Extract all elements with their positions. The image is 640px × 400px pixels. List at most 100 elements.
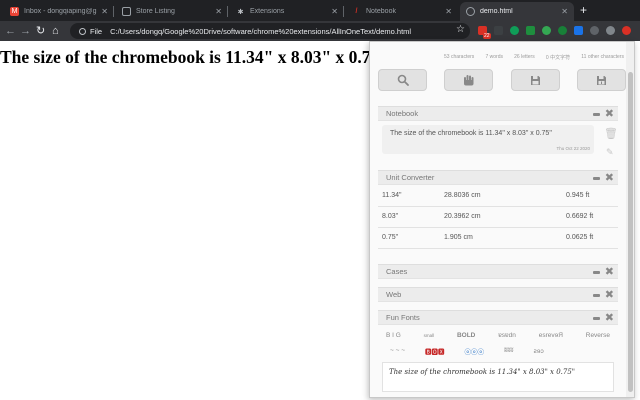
extension-icon[interactable] (494, 26, 503, 35)
page-heading: The size of the chromebook is 11.34" x 8… (0, 47, 394, 67)
search-icon (397, 74, 409, 86)
close-icon[interactable]: ✕ (101, 7, 108, 16)
table-row: 8.03" 20.3962 cm 0.6692 ft (378, 206, 618, 228)
clear-button[interactable] (444, 69, 494, 91)
scroll-thumb[interactable] (628, 72, 633, 392)
minimize-icon[interactable] (593, 317, 600, 320)
home-icon[interactable]: ⌂ (52, 24, 59, 38)
save-button[interactable] (510, 69, 560, 91)
extension-icon[interactable] (526, 26, 535, 35)
tab-label: demo.html (480, 8, 513, 15)
character-count: 53 characters (444, 54, 475, 60)
section-title: Unit Converter (386, 173, 435, 182)
bookmark-star-icon[interactable]: ☆ (456, 24, 465, 35)
trash-icon[interactable]: 🗑 (604, 127, 618, 140)
address-scheme: File (90, 26, 103, 36)
tab-notebook[interactable]: / Notebook ✕ (346, 2, 458, 21)
fun-fonts-header[interactable]: Fun Fonts ✖ (378, 310, 618, 325)
extension-icon[interactable] (574, 26, 583, 35)
section-title: Fun Fonts (386, 313, 420, 322)
close-icon[interactable]: ✕ (331, 7, 338, 16)
notebook-body: The size of the chromebook is 11.34" x 8… (378, 121, 618, 159)
ft-value: 0.0625 ft (562, 227, 618, 249)
letter-count: 26 letters (514, 54, 535, 60)
font-bold-option[interactable]: BOLD (457, 332, 475, 339)
extension-icon[interactable] (590, 26, 599, 35)
search-button[interactable] (378, 69, 427, 91)
grammar-extension-icon[interactable] (542, 26, 551, 35)
tab-label: Extensions (250, 8, 285, 15)
notebook-icon: / (355, 8, 358, 15)
unit-converter-header[interactable]: Unit Converter ✖ (378, 170, 618, 185)
extension-icon[interactable] (606, 26, 615, 35)
other-character-count: 11 other characters (581, 54, 624, 60)
store-icon (122, 7, 131, 16)
extension-badge: 22 (483, 33, 491, 39)
extension-icon[interactable] (558, 26, 567, 35)
save-as-icon (596, 75, 606, 85)
table-row: 0.75" 1.905 cm 0.0625 ft (378, 227, 618, 249)
save-as-button[interactable] (576, 69, 626, 91)
chinese-character-count: 0 中文字符 (545, 55, 571, 61)
close-icon[interactable]: ✕ (445, 7, 452, 16)
close-icon[interactable]: ✖ (605, 312, 614, 324)
info-icon (79, 27, 86, 35)
font-wave-option[interactable]: ~ ~ ~ (390, 347, 405, 354)
close-icon[interactable]: ✕ (215, 7, 222, 16)
puzzle-icon: ✱ (237, 8, 244, 16)
popup-scrollbar[interactable] (626, 42, 634, 397)
tab-strip: M Inbox - dongqiaping@gmail.c ✕ Store Li… (0, 0, 640, 21)
cases-header[interactable]: Cases ✖ (378, 264, 618, 279)
font-boxed-option[interactable]: 🅱🅾🆇 (425, 346, 445, 356)
forward-arrow-icon[interactable]: → (20, 24, 31, 38)
font-upside-down-option[interactable]: ɐsɐdn (498, 332, 516, 339)
address-url: C:/Users/dongq/Google%20Drive/software/c… (110, 26, 412, 36)
fun-font-output[interactable]: The size of the chromebook is 11.34" x 8… (382, 362, 614, 392)
add-note-icon[interactable]: ✎ (606, 147, 614, 158)
conversion-table: 11.34" 28.8036 cm 0.945 ft 8.03" 20.3962… (378, 185, 618, 249)
fun-fonts-section: Fun Fonts ✖ B I G small BOLD ɐsɐdn esrev… (378, 310, 618, 392)
tab-demo-html[interactable]: demo.html ✕ (460, 2, 574, 21)
minimize-icon[interactable] (593, 177, 600, 180)
section-title: Notebook (386, 109, 419, 118)
tab-gmail[interactable]: M Inbox - dongqiaping@gmail.c ✕ (4, 2, 114, 21)
close-icon[interactable]: ✖ (605, 266, 614, 278)
text-stats: 53 characters 7 words 26 letters 0 中文字符 … (444, 54, 624, 61)
hand-icon (464, 75, 474, 86)
minimize-icon[interactable] (593, 271, 600, 274)
font-script-option[interactable]: ꙅɘɔ (533, 347, 543, 355)
web-header[interactable]: Web ✖ (378, 287, 618, 302)
action-bar (378, 69, 626, 91)
note-text: The size of the chromebook is 11.34" x 8… (390, 130, 552, 137)
font-reverse-option[interactable]: Reverse (586, 332, 610, 339)
address-bar[interactable]: File C:/Users/dongq/Google%20Drive/softw… (70, 23, 470, 39)
font-strike-option[interactable]: ʬʬʬ (504, 347, 513, 354)
tab-extensions[interactable]: ✱ Extensions ✕ (230, 2, 344, 21)
ft-value: 0.6692 ft (562, 206, 618, 228)
inch-value: 0.75" (378, 227, 440, 249)
font-mirror-option[interactable]: esrevɘЯ (539, 332, 563, 339)
section-title: Cases (386, 267, 408, 276)
cm-value: 1.905 cm (440, 227, 562, 249)
font-big-option[interactable]: B I G (386, 332, 401, 339)
minimize-icon[interactable] (593, 294, 600, 297)
close-icon[interactable]: ✖ (605, 108, 614, 120)
note-date: Thu Oct 22 2020 (556, 146, 590, 151)
back-arrow-icon[interactable]: ← (5, 24, 16, 38)
close-icon[interactable]: ✕ (561, 7, 568, 16)
unit-converter-section: Unit Converter ✖ 11.34" 28.8036 cm 0.945… (378, 170, 618, 249)
close-icon[interactable]: ✖ (605, 289, 614, 301)
font-small-option[interactable]: small (424, 333, 435, 338)
close-icon[interactable]: ✖ (605, 172, 614, 184)
new-tab-button[interactable]: + (580, 3, 587, 17)
extension-icon[interactable] (510, 26, 519, 35)
tab-label: Store Listing (136, 8, 175, 15)
reload-icon[interactable]: ↻ (36, 24, 45, 38)
font-circled-option[interactable]: ⓞⓞⓞ (465, 346, 485, 356)
profile-avatar[interactable] (622, 26, 631, 35)
note-card[interactable]: The size of the chromebook is 11.34" x 8… (382, 125, 594, 154)
minimize-icon[interactable] (593, 113, 600, 116)
globe-icon (466, 7, 475, 16)
notebook-header[interactable]: Notebook ✖ (378, 106, 618, 121)
tab-store-listing[interactable]: Store Listing ✕ (116, 2, 228, 21)
